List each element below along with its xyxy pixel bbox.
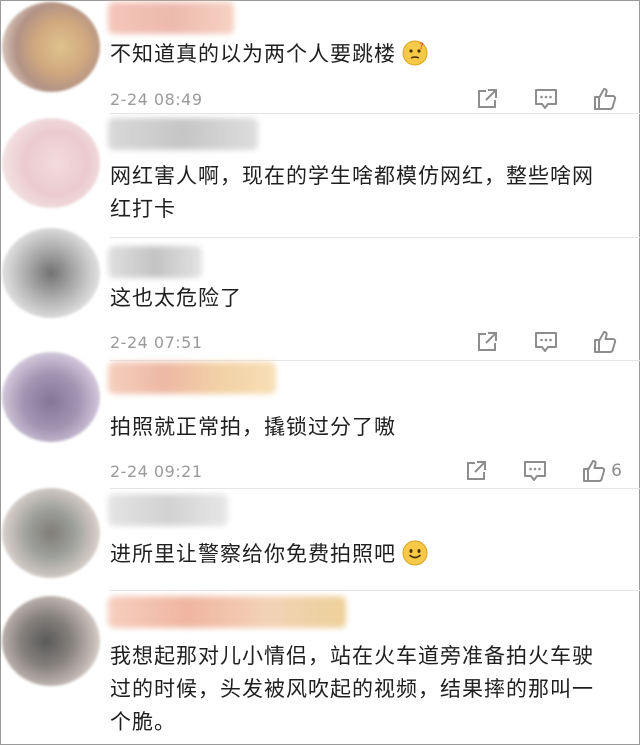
avatar[interactable] — [2, 2, 100, 92]
comment-text: 进所里让警察给你免费拍照吧 — [110, 538, 610, 571]
divider — [110, 360, 640, 361]
username-blurred[interactable] — [108, 246, 202, 278]
divider — [110, 113, 640, 114]
divider — [110, 237, 640, 238]
comment-time: 2-24 08:49 — [110, 90, 203, 109]
divider — [110, 590, 640, 591]
thumbs-up-icon — [583, 460, 606, 482]
comment-time: 2-24 09:21 — [110, 462, 203, 481]
like-button[interactable] — [592, 86, 622, 112]
share-icon — [467, 461, 487, 480]
thumbs-up-icon — [594, 331, 617, 353]
thumbs-up-icon — [594, 88, 617, 110]
comment-actions: 6 — [430, 458, 622, 484]
comment-text: 拍照就正常拍，撬锁过分了嗷 — [110, 415, 396, 439]
svg-text:?: ? — [419, 42, 425, 52]
share-icon — [478, 332, 497, 351]
divider — [110, 488, 640, 489]
username-blurred[interactable] — [108, 596, 346, 628]
username-blurred[interactable] — [108, 362, 276, 394]
comment-button[interactable] — [533, 86, 559, 112]
comment-icon — [524, 461, 547, 481]
avatar[interactable] — [2, 118, 100, 208]
comment-icon — [535, 89, 557, 109]
comment-text: 这也太危险了 — [110, 286, 242, 310]
like-button[interactable]: 6 — [581, 458, 622, 484]
smile-face-icon — [402, 540, 428, 566]
like-button[interactable] — [592, 329, 622, 355]
username-blurred[interactable] — [108, 118, 258, 150]
avatar[interactable] — [2, 352, 100, 442]
comment-button[interactable] — [533, 329, 559, 355]
username-blurred[interactable] — [108, 2, 234, 34]
thinking-face-icon: ? — [402, 40, 428, 66]
username-blurred[interactable] — [108, 494, 228, 526]
share-button[interactable] — [474, 329, 500, 355]
comment-actions — [441, 86, 622, 112]
comment-text: 我想起那对儿小情侣，站在火车道旁准备拍火车驶过的时候，头发被风吹起的视频，结果摔… — [110, 644, 594, 734]
avatar[interactable] — [2, 228, 100, 318]
like-count: 6 — [611, 461, 622, 481]
avatar[interactable] — [2, 488, 100, 578]
comment-actions — [441, 329, 622, 355]
comment-button[interactable] — [522, 458, 548, 484]
share-icon — [478, 89, 497, 108]
share-button[interactable] — [463, 458, 489, 484]
comment-time: 2-24 07:51 — [110, 333, 203, 352]
comment-text: 不知道真的以为两个人要跳楼? — [110, 38, 610, 71]
comment-text: 网红害人啊，现在的学生啥都模仿网红，整些啥网红打卡 — [110, 164, 594, 221]
share-button[interactable] — [474, 86, 500, 112]
comment-icon — [535, 332, 557, 352]
avatar[interactable] — [2, 596, 100, 686]
